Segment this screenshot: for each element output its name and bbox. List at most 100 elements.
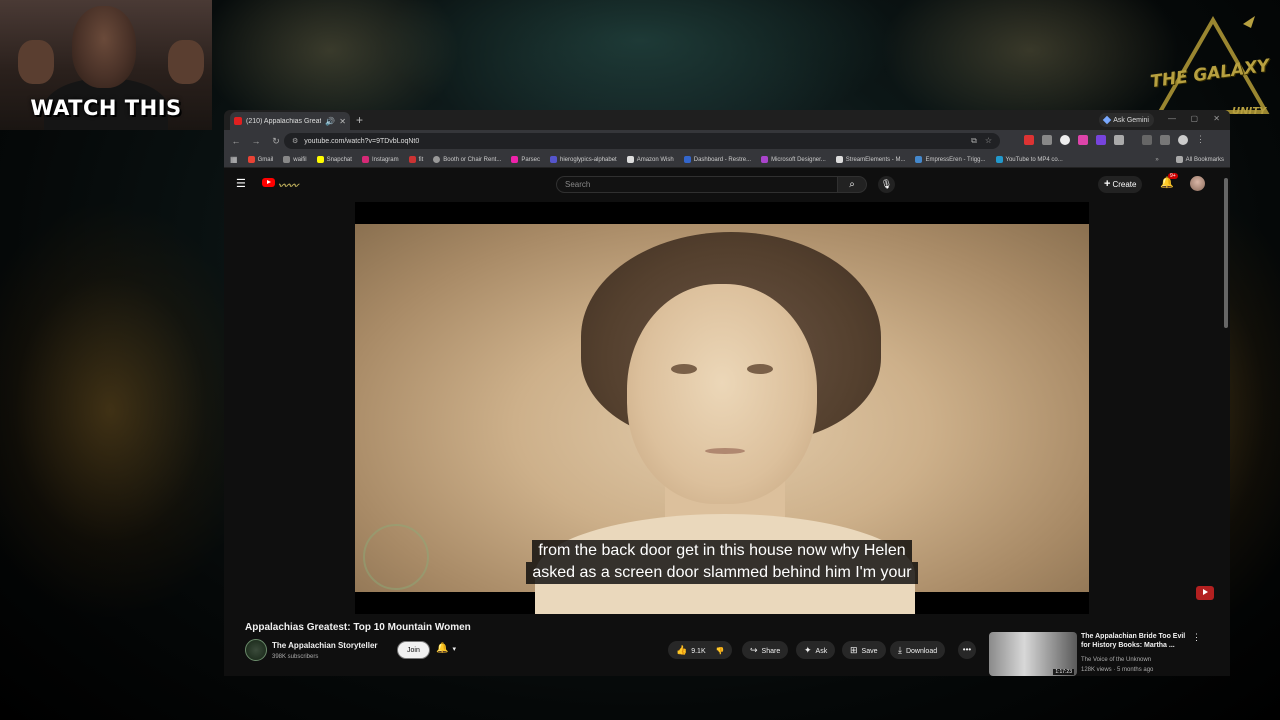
video-subtitles: from the back door get in this house now…: [355, 540, 1089, 584]
tab-bar: (210) Appalachias Greatest 🔊 ✕ + Ask Gem…: [224, 110, 1230, 130]
youtube-favicon-icon: [234, 117, 242, 125]
channel-name[interactable]: The Appalachian Storyteller: [272, 641, 378, 650]
join-button[interactable]: Join: [397, 641, 430, 659]
portrait-eye-right: [747, 364, 773, 374]
install-app-icon[interactable]: ⧉: [971, 136, 977, 146]
window-close-icon[interactable]: ✕: [1213, 114, 1220, 123]
cast-icon[interactable]: [1142, 134, 1152, 145]
notification-badge: 9+: [1168, 173, 1178, 179]
minimize-icon[interactable]: —: [1168, 114, 1176, 123]
snapchat-icon: [316, 156, 324, 163]
extension-red-icon[interactable]: [1024, 134, 1034, 145]
cam-hand-right: [168, 40, 204, 84]
user-avatar[interactable]: [1190, 176, 1205, 191]
thumbs-up-icon: 👍: [676, 645, 688, 655]
share-button[interactable]: ↪ Share: [742, 641, 789, 659]
extension-grey-icon[interactable]: [1042, 134, 1052, 145]
cam-hand-left: [18, 40, 54, 84]
extension-purple-icon[interactable]: [1096, 134, 1106, 145]
thumbs-down-icon[interactable]: 👎: [716, 648, 725, 655]
speaker-icon[interactable]: 🔊: [325, 117, 335, 126]
subtitle-line-1: from the back door get in this house now…: [532, 540, 912, 562]
ask-button[interactable]: ✦ Ask: [796, 641, 836, 659]
bookmark-item[interactable]: Instagram: [361, 156, 399, 163]
globe-icon: [433, 156, 441, 163]
youtube-doodle-icon[interactable]: 〰〰: [278, 177, 298, 192]
video-title: Appalachias Greatest: Top 10 Mountain Wo…: [245, 622, 471, 633]
ask-label: Ask: [815, 648, 828, 655]
recommended-channel[interactable]: The Voice of the Unknown: [1081, 657, 1151, 663]
reload-icon[interactable]: ↻: [270, 136, 282, 147]
all-bookmarks-button[interactable]: » All Bookmarks: [1155, 156, 1224, 163]
logo-subtext: UNITY: [1232, 106, 1267, 117]
bookmark-item[interactable]: Dashboard - Restre...: [683, 156, 751, 163]
bookmark-item[interactable]: waifil: [283, 156, 307, 163]
video-player[interactable]: from the back door get in this house now…: [355, 202, 1089, 614]
download-label: Download: [905, 648, 938, 655]
bookmark-item[interactable]: hieroglypics-alphabet: [550, 156, 617, 163]
bookmark-item[interactable]: Amazon Wish: [626, 156, 674, 163]
url-text: youtube.com/watch?v=9TDvbLoqNt0: [304, 137, 420, 145]
extension-circle-icon[interactable]: [1060, 134, 1070, 145]
video-duration: 1:17:23: [1053, 669, 1074, 675]
maximize-icon[interactable]: ▢: [1190, 114, 1198, 123]
bookmark-item[interactable]: EmpressEren - Trigg...: [915, 156, 986, 163]
bookmark-star-icon[interactable]: ☆: [985, 136, 992, 146]
create-button[interactable]: + Create: [1098, 176, 1143, 193]
bookmark-item[interactable]: StreamElements - M...: [835, 156, 905, 163]
ask-gemini-button[interactable]: Ask Gemini: [1099, 113, 1154, 127]
bookmark-item[interactable]: Parsec: [511, 156, 540, 163]
bell-icon: 🔔: [436, 643, 449, 654]
recommended-video-thumbnail[interactable]: 1:17:23: [989, 632, 1077, 676]
close-icon[interactable]: ✕: [339, 117, 346, 126]
back-arrow-icon[interactable]: ←: [230, 136, 242, 146]
kebab-menu-icon[interactable]: ⋮: [1196, 134, 1205, 145]
bookmark-item[interactable]: Microsoft Designer...: [761, 156, 826, 163]
browser-toolbar: ← → ↻ ⚙ youtube.com/watch?v=9TDvbLoqNt0 …: [224, 130, 1230, 152]
tab-title: (210) Appalachias Greatest: [246, 117, 321, 125]
sparkle-icon: ✦: [804, 645, 812, 655]
profile-menu-icon[interactable]: [1160, 134, 1170, 145]
bookmark-item[interactable]: Snapchat: [316, 156, 352, 163]
tab-youtube[interactable]: (210) Appalachias Greatest 🔊 ✕: [230, 112, 350, 130]
search-button[interactable]: ⌕: [837, 176, 867, 193]
profile-avatar-icon[interactable]: [1178, 134, 1188, 145]
voice-search-mic-icon[interactable]: 🎙: [878, 176, 895, 193]
gemini-sparkle-icon: [1102, 115, 1112, 125]
fit-icon: [408, 156, 416, 163]
recommended-video-title[interactable]: The Appalachian Bride Too Evil for Histo…: [1081, 632, 1191, 650]
subscribed-bell-dropdown[interactable]: 🔔 ▾: [436, 643, 456, 654]
create-label: Create: [1112, 180, 1137, 189]
bookmark-item[interactable]: Booth or Chair Rent...: [433, 156, 501, 163]
designer-icon: [761, 156, 769, 163]
address-bar[interactable]: ⚙ youtube.com/watch?v=9TDvbLoqNt0 ⧉ ☆: [284, 133, 1000, 149]
like-button[interactable]: 👍 9.1K 👎: [668, 641, 733, 659]
kebab-menu-icon[interactable]: ⋮: [1192, 632, 1201, 643]
share-label: Share: [761, 648, 781, 655]
search-icon: ⌕: [849, 179, 855, 190]
download-button[interactable]: ⤓ Download: [890, 641, 946, 659]
hamburger-menu-icon[interactable]: ☰: [236, 177, 246, 190]
bookmark-item[interactable]: Gmail: [247, 156, 273, 163]
subscribe-overlay-icon[interactable]: [1196, 586, 1214, 600]
bookmark-item[interactable]: YouTube to MP4 co...: [995, 156, 1063, 163]
download-icon: ⤓: [898, 645, 902, 655]
page-scrollbar[interactable]: [1224, 178, 1228, 328]
apps-grid-icon[interactable]: ▦: [230, 155, 238, 164]
save-playlist-icon: ⊞: [850, 645, 858, 655]
new-tab-plus-icon[interactable]: +: [356, 113, 363, 127]
youtube-logo-icon[interactable]: [262, 178, 275, 187]
channel-avatar[interactable]: [245, 639, 267, 661]
forward-arrow-icon[interactable]: →: [250, 136, 262, 146]
extensions-puzzle-icon[interactable]: [1114, 134, 1124, 145]
plus-icon: +: [1104, 178, 1111, 190]
bookmark-item[interactable]: fit: [408, 156, 423, 163]
save-button[interactable]: ⊞ Save: [842, 641, 886, 659]
site-info-icon[interactable]: ⚙: [292, 137, 298, 145]
more-actions-icon[interactable]: •••: [958, 641, 976, 659]
search-input[interactable]: Search: [556, 176, 838, 193]
chevron-right-icon: »: [1155, 156, 1159, 163]
save-label: Save: [861, 648, 878, 655]
extension-pink-icon[interactable]: [1078, 134, 1088, 145]
globe-icon: [283, 156, 291, 163]
